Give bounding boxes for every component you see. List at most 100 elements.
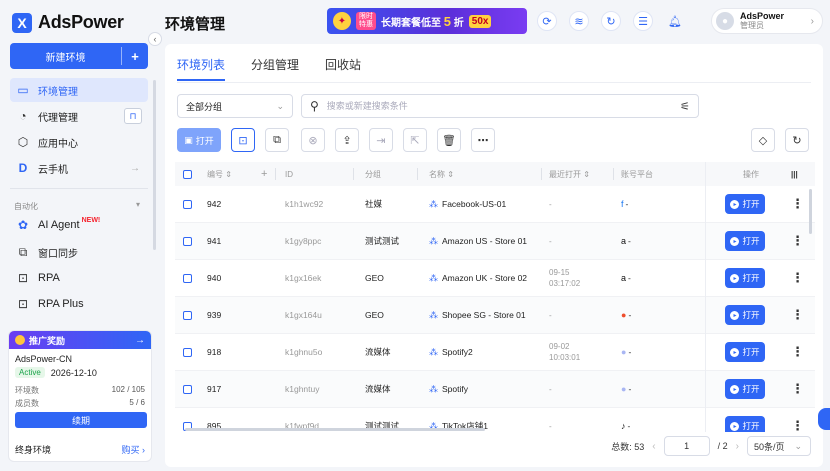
row-platform: -: [628, 347, 632, 357]
batch-open-button[interactable]: ▣ 打开: [177, 128, 221, 152]
promo-header[interactable]: 推广奖励 →: [9, 331, 151, 349]
sidebar-scrollbar[interactable]: [153, 80, 156, 250]
row-number: 941: [207, 236, 222, 246]
vertical-scrollbar[interactable]: [809, 189, 812, 234]
upload-icon[interactable]: ⇪: [335, 128, 359, 152]
sidebar-item-label: 代理管理: [38, 112, 78, 124]
delete-icon[interactable]: 🗑︎: [437, 128, 461, 152]
row-checkbox[interactable]: [183, 273, 192, 283]
lifetime-env-label: 终身环境: [15, 445, 52, 455]
select-all-checkbox[interactable]: [183, 169, 192, 179]
row-checkbox[interactable]: [183, 236, 192, 246]
tab-environment-list[interactable]: 环境列表: [177, 56, 226, 81]
sidebar-item-cloud-phone[interactable]: D 云手机 →: [10, 156, 148, 180]
row-name: Facebook-US-01: [442, 199, 507, 209]
tag-icon[interactable]: ◇: [751, 128, 775, 152]
col-last-opened[interactable]: 最近打开 ⇕: [549, 162, 590, 186]
sidebar-item-environment[interactable]: ▭ 环境管理: [10, 78, 148, 102]
rpa-batch-icon[interactable]: ⊡: [231, 128, 255, 152]
buy-link[interactable]: 购买 ›: [122, 443, 146, 456]
row-name: Amazon UK - Store 02: [442, 273, 528, 283]
window-sync-batch-icon[interactable]: ⧉: [265, 128, 289, 152]
page-size-select[interactable]: 50条/页 ⌄: [747, 436, 811, 456]
chevron-down-icon[interactable]: ▾: [136, 200, 140, 209]
member-count-value: 5 / 6: [129, 398, 145, 407]
wifi-icon[interactable]: ≋: [569, 11, 589, 31]
row-group: 社媒: [365, 199, 383, 209]
row-checkbox[interactable]: [183, 310, 192, 320]
member-count-label: 成员数: [15, 399, 39, 408]
close-browser-icon[interactable]: ⊗: [301, 128, 325, 152]
sidebar-item-rpa[interactable]: ⊡ RPA: [10, 266, 148, 290]
page-input[interactable]: 1: [663, 436, 710, 456]
promo-card: 推广奖励 → AdsPower-CN Active 2026-12-10 环境数…: [8, 330, 152, 462]
platform-icon: ♪: [621, 421, 626, 431]
banner-discount: 5: [443, 13, 452, 29]
col-name[interactable]: 名称 ⇕: [429, 162, 454, 186]
sidebar-item-rpa-plus[interactable]: ⊡ RPA Plus: [10, 292, 148, 316]
add-column-icon[interactable]: +: [261, 162, 267, 186]
collapse-sidebar-icon[interactable]: ‹: [148, 32, 162, 46]
environment-table: 编号 ⇕ + ID 分组 名称 ⇕ 最近打开 ⇕ 账号平台 操作 ||| 942…: [175, 162, 815, 432]
next-page-icon[interactable]: ›: [736, 441, 739, 452]
sidebar-item-label: 应用中心: [38, 138, 78, 150]
user-menu[interactable]: ● AdsPower 管理员 ›: [711, 8, 823, 34]
row-platform: -: [627, 421, 631, 431]
import-icon[interactable]: ⇥: [369, 128, 393, 152]
tab-group-management[interactable]: 分组管理: [251, 56, 299, 81]
row-group: 流媒体: [365, 347, 391, 357]
app-logo[interactable]: X AdsPower: [12, 12, 124, 33]
new-environment-label: 新建环境: [45, 52, 86, 64]
tab-recycle-bin[interactable]: 回收站: [325, 56, 361, 81]
new-environment-button[interactable]: 新建环境 +: [10, 43, 148, 69]
refresh-icon[interactable]: ↻: [601, 11, 621, 31]
search-bar[interactable]: ⚲ ⚟: [301, 94, 699, 118]
plus-icon[interactable]: +: [122, 49, 148, 64]
row-number: 940: [207, 273, 222, 283]
export-icon[interactable]: ⇱: [403, 128, 427, 152]
floating-help-icon[interactable]: [818, 408, 830, 430]
sidebar-item-ai-agent[interactable]: ✿ AI Agent NEW!: [10, 213, 148, 237]
col-number[interactable]: 编号 ⇕: [207, 162, 232, 186]
bell-icon[interactable]: 🔔︎: [665, 11, 685, 31]
proxy-icon: ◔: [19, 109, 27, 123]
row-platform: -: [628, 273, 631, 283]
app-center-icon: ⬡: [17, 135, 29, 149]
platform-icon: a: [621, 236, 627, 246]
platform-icon: ●: [621, 347, 627, 357]
coin-icon: [15, 335, 25, 345]
sidebar-item-proxy[interactable]: ◔ 代理管理 ⊓: [10, 104, 148, 128]
row-last-opened-date: -: [549, 199, 552, 209]
filter-settings-icon[interactable]: ⚟: [680, 100, 690, 113]
horizontal-scrollbar[interactable]: [185, 428, 485, 431]
row-id: k1gx16ek: [285, 273, 322, 283]
row-platform: -: [628, 310, 632, 320]
profile-icon: ⁂: [429, 235, 438, 246]
row-number: 939: [207, 310, 222, 320]
row-id: k1ghnu5o: [285, 347, 323, 357]
renew-button[interactable]: 续期: [15, 412, 147, 428]
row-platform: -: [628, 384, 632, 394]
row-last-opened-date: 09-02: [549, 342, 570, 351]
prev-page-icon[interactable]: ‹: [652, 441, 655, 452]
sync-icon[interactable]: ⟳: [537, 11, 557, 31]
sidebar-item-window-sync[interactable]: ⧉ 窗口同步: [10, 240, 148, 264]
bag-icon[interactable]: ⊓: [124, 108, 142, 124]
row-checkbox[interactable]: [183, 384, 192, 394]
search-input[interactable]: [326, 101, 673, 111]
page-total: / 2: [717, 441, 728, 451]
row-checkbox[interactable]: [183, 347, 192, 357]
row-platform: -: [628, 236, 631, 246]
more-actions-icon[interactable]: ⋯: [471, 128, 495, 152]
row-group: 流媒体: [365, 384, 391, 394]
user-name: AdsPower: [740, 11, 785, 21]
col-id: ID: [285, 169, 293, 179]
row-checkbox[interactable]: [183, 199, 192, 209]
refresh-list-icon[interactable]: ↻: [785, 128, 809, 152]
list-icon[interactable]: ☰: [633, 11, 653, 31]
row-platform: -: [625, 199, 629, 209]
promo-banner[interactable]: ✦ 限时 特惠 长期套餐低至 5 折 50x: [327, 8, 527, 34]
sidebar-item-app-center[interactable]: ⬡ 应用中心: [10, 130, 148, 154]
profile-icon: ⁂: [429, 383, 438, 394]
group-select[interactable]: 全部分组 ⌄: [177, 94, 293, 118]
